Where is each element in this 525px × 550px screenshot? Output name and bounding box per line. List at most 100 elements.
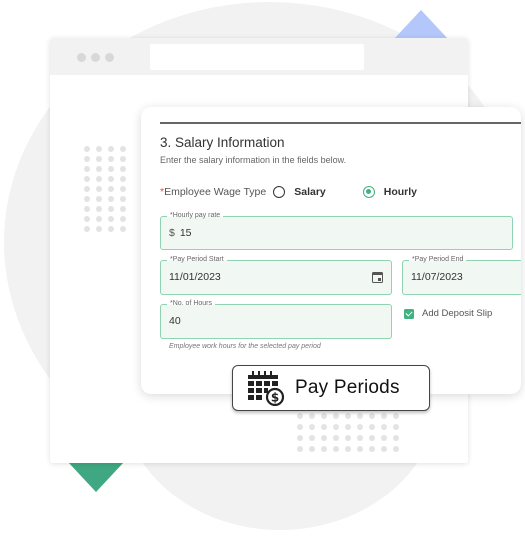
- window-dot-icon: [77, 53, 86, 62]
- window-dot-icon: [105, 53, 114, 62]
- grid-dot: [96, 146, 102, 152]
- grid-dot: [108, 166, 114, 172]
- currency-prefix: $: [169, 227, 175, 239]
- grid-dot: [393, 446, 399, 452]
- pay-period-end-field[interactable]: *Pay Period End 11/07/2023: [402, 255, 521, 295]
- section-subtitle: Enter the salary information in the fiel…: [160, 155, 347, 165]
- grid-dot: [120, 166, 126, 172]
- grid-dot: [120, 216, 126, 222]
- browser-title-bar: [50, 38, 468, 75]
- decorative-triangle-green: [68, 462, 124, 492]
- grid-dot: [309, 424, 315, 430]
- hours-helper-text: Employee work hours for the selected pay…: [169, 343, 321, 350]
- grid-dot: [96, 216, 102, 222]
- pay-periods-badge: $ Pay Periods: [232, 365, 430, 411]
- grid-dot: [357, 446, 363, 452]
- grid-dot: [84, 156, 90, 162]
- grid-dot: [108, 146, 114, 152]
- grid-dot: [84, 186, 90, 192]
- svg-text:$: $: [271, 391, 279, 405]
- pay-period-start-field[interactable]: *Pay Period Start 11/01/2023: [160, 255, 392, 295]
- add-deposit-slip-checkbox[interactable]: [404, 308, 414, 319]
- grid-dot: [381, 435, 387, 441]
- grid-dot: [96, 176, 102, 182]
- grid-dot: [84, 196, 90, 202]
- grid-dot: [393, 435, 399, 441]
- grid-dot: [345, 446, 351, 452]
- field-label: *Hourly pay rate: [167, 211, 224, 221]
- grid-dot: [357, 424, 363, 430]
- add-deposit-slip-label[interactable]: Add Deposit Slip: [422, 308, 492, 319]
- section-divider: [160, 122, 521, 124]
- grid-dot: [96, 166, 102, 172]
- grid-dot: [96, 196, 102, 202]
- grid-dot: [393, 413, 399, 419]
- grid-dot: [369, 424, 375, 430]
- grid-dot: [297, 424, 303, 430]
- grid-dot: [321, 424, 327, 430]
- radio-hourly-label[interactable]: Hourly: [384, 186, 417, 198]
- grid-dot: [333, 413, 339, 419]
- grid-dot: [369, 413, 375, 419]
- grid-dot: [120, 186, 126, 192]
- grid-dot: [96, 156, 102, 162]
- grid-dot: [393, 424, 399, 430]
- grid-dot: [120, 156, 126, 162]
- pay-period-end-value: 11/07/2023: [411, 271, 463, 283]
- grid-dot: [297, 435, 303, 441]
- grid-dot: [84, 206, 90, 212]
- calendar-dollar-icon: $: [246, 370, 286, 407]
- grid-dot: [84, 166, 90, 172]
- grid-dot: [108, 176, 114, 182]
- grid-dot: [357, 413, 363, 419]
- grid-dot: [108, 186, 114, 192]
- grid-dot: [108, 206, 114, 212]
- no-of-hours-value: 40: [169, 315, 181, 327]
- grid-dot: [120, 146, 126, 152]
- grid-dot: [120, 176, 126, 182]
- grid-dot: [309, 435, 315, 441]
- hourly-pay-rate-field[interactable]: *Hourly pay rate $15: [160, 211, 513, 250]
- radio-salary[interactable]: [273, 186, 286, 198]
- grid-dot: [369, 446, 375, 452]
- grid-dot: [357, 435, 363, 441]
- grid-dot: [321, 413, 327, 419]
- radio-salary-label[interactable]: Salary: [294, 186, 326, 198]
- grid-dot: [321, 435, 327, 441]
- grid-dot: [321, 446, 327, 452]
- grid-dot: [96, 206, 102, 212]
- grid-dot: [297, 413, 303, 419]
- section-title: 3. Salary Information: [160, 135, 285, 150]
- add-deposit-slip-option[interactable]: Add Deposit Slip: [404, 308, 492, 319]
- grid-dot: [96, 186, 102, 192]
- grid-dot: [381, 424, 387, 430]
- salary-form-card: 3. Salary Information Enter the salary i…: [141, 107, 521, 394]
- radio-hourly[interactable]: [362, 186, 375, 198]
- window-dot-icon: [91, 53, 100, 62]
- grid-dot: [345, 424, 351, 430]
- grid-dot: [381, 413, 387, 419]
- pay-period-start-value: 11/01/2023: [169, 271, 221, 283]
- grid-dot: [96, 226, 102, 232]
- field-label: *Pay Period Start: [167, 255, 227, 265]
- grid-dot: [84, 146, 90, 152]
- no-of-hours-field[interactable]: *No. of Hours 40: [160, 299, 392, 339]
- badge-label: Pay Periods: [295, 377, 400, 398]
- hourly-pay-rate-value: 15: [179, 227, 192, 239]
- grid-dot: [309, 446, 315, 452]
- calendar-icon[interactable]: [372, 272, 383, 283]
- grid-dot: [84, 226, 90, 232]
- grid-dot: [345, 413, 351, 419]
- grid-dot: [108, 216, 114, 222]
- grid-dot: [108, 226, 114, 232]
- decorative-triangle-blue: [393, 10, 449, 40]
- grid-dot: [381, 446, 387, 452]
- address-bar[interactable]: [150, 44, 364, 70]
- field-label: *No. of Hours: [167, 299, 216, 309]
- grid-dot: [297, 446, 303, 452]
- grid-dot: [369, 435, 375, 441]
- grid-dot: [108, 156, 114, 162]
- field-label: *Pay Period End: [409, 255, 467, 265]
- wage-type-label: Employee Wage Type: [164, 186, 267, 198]
- grid-dot: [345, 435, 351, 441]
